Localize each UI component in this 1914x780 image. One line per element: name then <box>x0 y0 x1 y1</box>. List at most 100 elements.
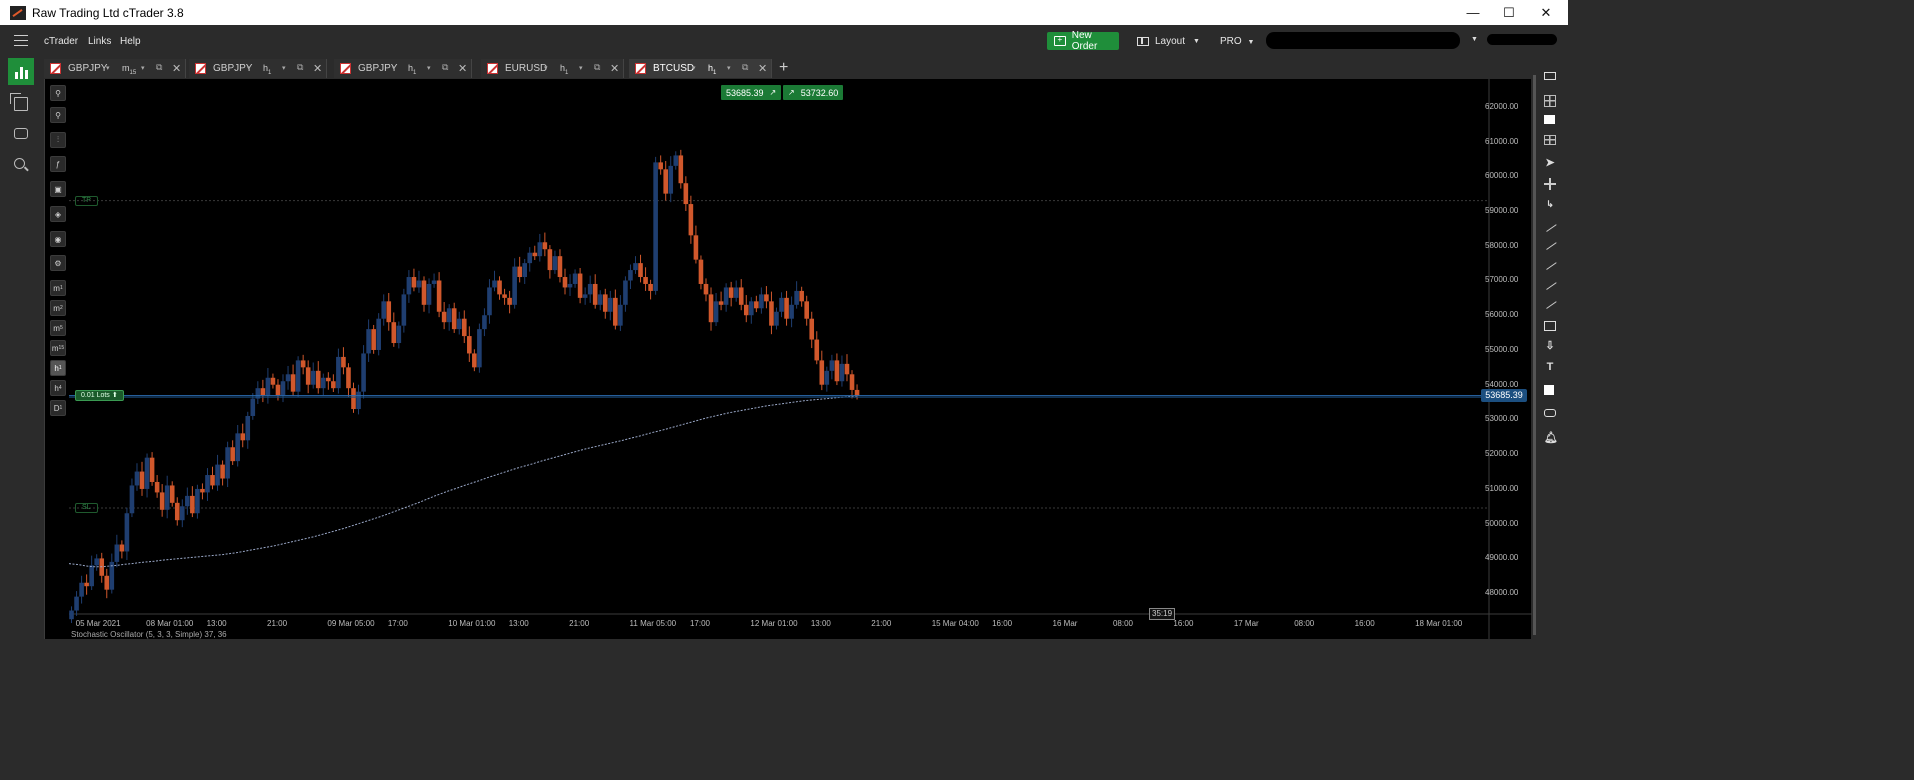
chevron-down-icon[interactable]: ▾ <box>106 64 110 72</box>
timeframe-m2-button[interactable]: m2 <box>50 300 66 316</box>
trendline-icon[interactable] <box>1543 220 1557 232</box>
settings-icon[interactable]: ⚙ <box>50 255 66 271</box>
cursor-icon[interactable]: ➤ <box>1544 157 1556 169</box>
popout-icon[interactable]: ⧉ <box>297 62 303 73</box>
tab-gbpjpy-0[interactable]: GBPJPY ▾ m15 ▾ ⧉ ✕ <box>44 59 186 78</box>
channel-icon[interactable] <box>1543 258 1557 270</box>
timeframe-h4-button[interactable]: h4 <box>50 380 66 396</box>
hamburger-menu-icon[interactable] <box>14 35 28 46</box>
menu-ctrader[interactable]: cTrader <box>44 36 78 47</box>
zoom-out-icon[interactable]: ⚲ <box>50 107 66 123</box>
rectangle-icon[interactable] <box>1544 321 1556 331</box>
price-chart[interactable] <box>69 79 1532 639</box>
tab-eurusd-3[interactable]: EURUSD ▾ h1 ▾ ⧉ ✕ <box>481 59 624 78</box>
popout-icon[interactable]: ⧉ <box>442 62 448 73</box>
tab-timeframe[interactable]: h1 <box>560 63 568 76</box>
tab-timeframe[interactable]: h1 <box>708 63 716 76</box>
nav-automate-icon[interactable] <box>14 128 28 139</box>
tab-gbpjpy-1[interactable]: GBPJPY ▾ h1 ▾ ⧉ ✕ <box>189 59 327 78</box>
ray-icon[interactable] <box>1543 238 1557 250</box>
candle-body <box>769 301 774 326</box>
chevron-down-icon[interactable]: ▾ <box>544 64 548 72</box>
text-tool-icon[interactable]: T <box>1544 361 1556 373</box>
nav-copy-icon[interactable] <box>10 93 28 111</box>
stop-loss-tag[interactable]: SL <box>75 503 98 514</box>
multi-chart-icon[interactable] <box>1544 135 1556 145</box>
candle-body <box>129 485 135 514</box>
fibonacci-icon[interactable] <box>1543 278 1557 290</box>
measure-icon[interactable]: ↳ <box>1544 198 1556 210</box>
candle-body <box>426 283 432 305</box>
timeframe-m5-button[interactable]: m5 <box>50 320 66 336</box>
popout-icon[interactable]: ⧉ <box>156 62 162 73</box>
layers-icon[interactable]: ◈ <box>50 206 66 222</box>
tab-timeframe[interactable]: m15 <box>122 63 136 76</box>
candle-body <box>784 297 789 319</box>
chart-area[interactable]: ⚲ ⚲ ⫶ ƒ ▣ ◈ ◉ ⚙ m 1 m 2 m 5 m 15 h 1 h 4 D 1 53685.39… <box>44 79 1532 639</box>
chevron-down-icon[interactable]: ▾ <box>427 64 431 72</box>
chart-type-icon[interactable]: ⫶ <box>50 132 66 148</box>
chevron-down-icon[interactable]: ▾ <box>392 64 396 72</box>
indicators-icon[interactable]: ƒ <box>50 156 66 172</box>
layout-button[interactable]: Layout ▼ <box>1137 36 1200 47</box>
timeframe-m1-button[interactable]: m1 <box>50 280 66 296</box>
menu-links[interactable]: Links <box>88 36 111 47</box>
close-tab-icon[interactable]: ✕ <box>458 62 467 75</box>
chevron-down-icon[interactable]: ▼ <box>1471 36 1478 43</box>
close-tab-icon[interactable]: ✕ <box>610 62 619 75</box>
position-lots-badge[interactable]: 0.01 Lots ⬆ <box>75 389 124 401</box>
chevron-down-icon[interactable]: ▾ <box>247 64 251 72</box>
candle-body <box>290 374 296 392</box>
close-tab-icon[interactable]: ✕ <box>758 62 767 75</box>
camera-icon[interactable] <box>1544 409 1556 417</box>
chevron-down-icon[interactable]: ▾ <box>141 64 145 72</box>
color-picker-icon[interactable] <box>1544 385 1554 395</box>
user-info-redacted[interactable] <box>1487 34 1557 45</box>
close-window-button[interactable]: ✕ <box>1524 0 1568 25</box>
single-chart-icon[interactable] <box>1544 115 1555 124</box>
chevron-down-icon[interactable]: ▾ <box>727 64 731 72</box>
nav-trade-button[interactable] <box>8 58 34 85</box>
pro-dropdown[interactable]: PRO ▼ <box>1220 36 1254 47</box>
price-tick-label: 55000.00 <box>1485 344 1519 354</box>
tab-timeframe[interactable]: h1 <box>408 63 416 76</box>
tab-btcusd-4[interactable]: BTCUSD ▾ h1 ▾ ⧉ ✕ <box>629 59 772 78</box>
chevron-down-icon[interactable]: ▾ <box>282 64 286 72</box>
timeframe-h1-button[interactable]: h1 <box>50 360 66 376</box>
current-price-tag: 53685.39 <box>1481 388 1527 402</box>
popout-icon[interactable]: ⧉ <box>742 62 748 73</box>
chevron-down-icon[interactable]: ▾ <box>692 64 696 72</box>
popout-icon[interactable]: ⧉ <box>594 62 600 73</box>
eye-icon[interactable]: ◉ <box>50 231 66 247</box>
candle-body <box>456 318 462 330</box>
automate-icon[interactable]: ▣ <box>50 181 66 197</box>
arrow-down-icon[interactable]: ⇩ <box>1544 340 1556 352</box>
chart-scrollbar[interactable] <box>1533 75 1536 635</box>
menu-help[interactable]: Help <box>120 36 141 47</box>
tab-timeframe[interactable]: h1 <box>263 63 271 76</box>
pitchfork-icon[interactable] <box>1543 297 1557 309</box>
nav-analyze-icon[interactable] <box>14 158 25 169</box>
tab-gbpjpy-2[interactable]: GBPJPY ▾ h1 ▾ ⧉ ✕ <box>334 59 472 78</box>
candle-body <box>668 165 674 194</box>
close-tab-icon[interactable]: ✕ <box>172 62 181 75</box>
take-profit-tag[interactable]: TP <box>75 195 98 206</box>
crosshair-icon[interactable] <box>1544 178 1556 190</box>
sell-price-badge[interactable]: 53685.39 ↗ <box>721 85 782 100</box>
timeframe-m15-button[interactable]: m 15 <box>50 340 66 356</box>
timeframe-D1-button[interactable]: D1 <box>50 400 66 416</box>
new-order-button[interactable]: + New Order <box>1047 30 1119 52</box>
chart-toolstrip: ⚲ ⚲ ⫶ ƒ ▣ ◈ ◉ ⚙ m 1 m 2 m 5 m 15 h 1 h 4 D 1 <box>45 79 69 639</box>
chevron-down-icon[interactable]: ▾ <box>579 64 583 72</box>
buy-price-badge[interactable]: ↗ 53732.60 <box>783 85 844 100</box>
zoom-in-icon[interactable]: ⚲ <box>50 85 66 101</box>
new-tab-button[interactable]: + <box>779 59 788 77</box>
candle-body <box>320 377 326 389</box>
candle-body <box>708 294 714 323</box>
chart-mode-icon[interactable] <box>1544 72 1556 80</box>
bell-icon[interactable]: 🔔︎ <box>1544 432 1558 444</box>
close-tab-icon[interactable]: ✕ <box>313 62 322 75</box>
account-selector-redacted[interactable] <box>1266 32 1460 49</box>
indicator-label[interactable]: Stochastic Oscillator (5, 3, 3, Simple) … <box>71 630 227 639</box>
layout-grid-icon[interactable] <box>1544 95 1556 107</box>
